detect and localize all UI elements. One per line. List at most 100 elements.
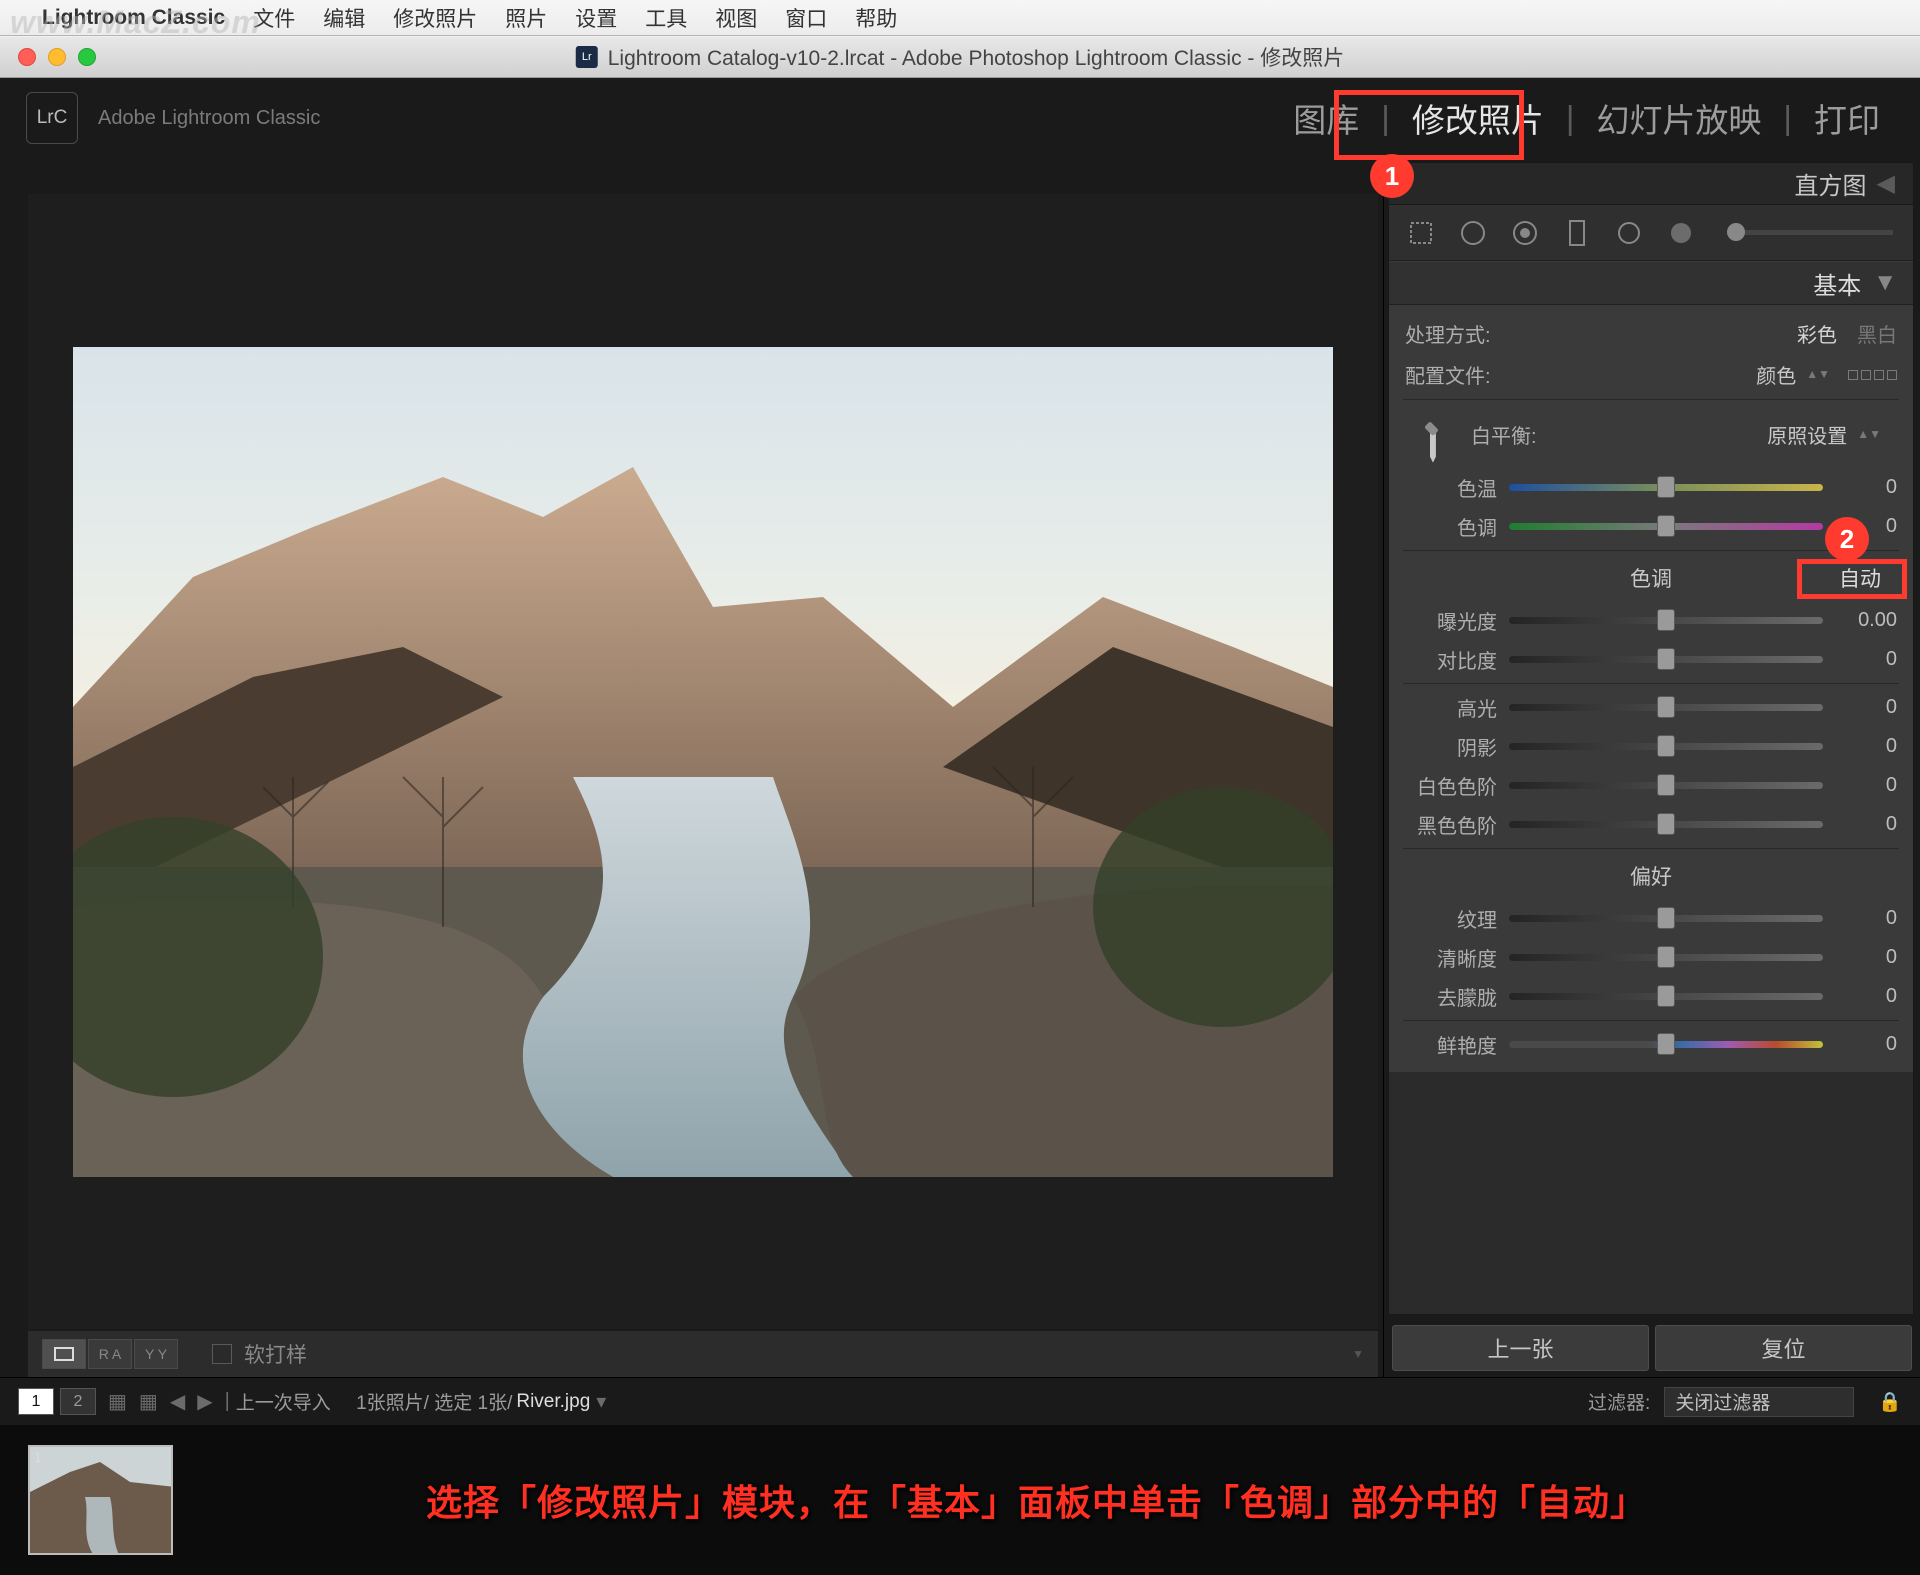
blacks-value[interactable]: 0 [1835, 813, 1897, 836]
nav-back-icon[interactable]: ◀ [170, 1389, 185, 1414]
histogram-panel-header[interactable]: 直方图 ◀ [1389, 163, 1913, 205]
profile-value: 颜色 [1756, 360, 1796, 389]
blacks-slider[interactable] [1509, 821, 1823, 828]
whites-slider[interactable] [1509, 782, 1823, 789]
window-title: Lr Lightroom Catalog-v10-2.lrcat - Adobe… [576, 42, 1345, 72]
toolbar-menu-icon[interactable]: ▼ [1352, 1347, 1364, 1361]
dehaze-value[interactable]: 0 [1835, 985, 1897, 1008]
grid-alt-icon[interactable]: ▦ [139, 1389, 158, 1414]
close-window-button[interactable] [18, 48, 36, 66]
redeye-tool-icon[interactable] [1503, 211, 1547, 255]
app-menu[interactable]: Lightroom Classic [42, 6, 225, 30]
filmstrip[interactable]: 1 选择「修改照片」模块，在「基本」面板中单击「色调」部分中的「自动」 [0, 1425, 1920, 1575]
vibrance-value[interactable]: 0 [1835, 1033, 1897, 1056]
module-print[interactable]: 打印 [1804, 88, 1890, 148]
crop-tool-icon[interactable] [1399, 211, 1443, 255]
display-2-button[interactable]: 2 [60, 1388, 96, 1415]
thumbnail-index: 1 [34, 1449, 42, 1465]
treatment-bw-button[interactable]: 黑白 [1857, 319, 1897, 348]
disclosure-triangle-icon[interactable]: ◀ [1877, 169, 1895, 198]
graduated-filter-tool-icon[interactable] [1555, 211, 1599, 255]
breadcrumb-source[interactable]: 上一次导入 [236, 1388, 331, 1415]
macos-menubar: Lightroom Classic 文件 编辑 修改照片 照片 设置 工具 视图… [0, 0, 1920, 36]
grid-icon[interactable]: ▦ [108, 1389, 127, 1414]
dehaze-slider[interactable] [1509, 993, 1823, 1000]
soft-proofing-toggle[interactable]: 软打样 [212, 1339, 307, 1369]
presence-section-label: 偏好 [1630, 861, 1672, 891]
exposure-value[interactable]: 0.00 [1835, 609, 1897, 632]
vibrance-slider[interactable] [1509, 1041, 1823, 1048]
breadcrumb-filename[interactable]: River.jpg [516, 1391, 590, 1413]
histogram-label: 直方图 [1795, 166, 1867, 201]
menu-edit[interactable]: 编辑 [323, 3, 365, 33]
module-separator: | [1566, 99, 1575, 137]
annotation-badge-1: 1 [1370, 154, 1414, 198]
adjustment-brush-tool-icon[interactable] [1659, 211, 1703, 255]
highlights-slider[interactable] [1509, 704, 1823, 711]
menu-photo[interactable]: 照片 [505, 3, 547, 33]
soft-proofing-label: 软打样 [244, 1339, 307, 1369]
filmstrip-thumbnail[interactable]: 1 [28, 1445, 173, 1555]
previous-photo-button[interactable]: 上一张 [1392, 1325, 1649, 1371]
highlights-value[interactable]: 0 [1835, 696, 1897, 719]
module-slideshow[interactable]: 幻灯片放映 [1586, 88, 1771, 148]
texture-slider[interactable] [1509, 915, 1823, 922]
workspace: . [0, 158, 1920, 1377]
exposure-slider[interactable] [1509, 617, 1823, 624]
white-balance-eyedropper-icon[interactable] [1395, 404, 1466, 475]
caret-updown-icon: ▲▼ [1857, 431, 1881, 438]
tint-slider[interactable] [1509, 523, 1823, 530]
preview-viewport[interactable] [28, 194, 1378, 1329]
whites-value[interactable]: 0 [1835, 774, 1897, 797]
contrast-label: 对比度 [1405, 645, 1497, 674]
basic-panel-header[interactable]: 基本 ▼ [1389, 261, 1913, 305]
display-1-button[interactable]: 1 [18, 1388, 54, 1415]
shadows-slider[interactable] [1509, 743, 1823, 750]
texture-value[interactable]: 0 [1835, 907, 1897, 930]
menu-tools[interactable]: 工具 [645, 3, 687, 33]
reset-button[interactable]: 复位 [1655, 1325, 1912, 1371]
nav-forward-icon[interactable]: ▶ [197, 1389, 212, 1414]
radial-filter-tool-icon[interactable] [1607, 211, 1651, 255]
menu-develop[interactable]: 修改照片 [393, 3, 477, 33]
temp-value[interactable]: 0 [1835, 476, 1897, 499]
tool-slider[interactable] [1727, 230, 1893, 235]
clarity-slider[interactable] [1509, 954, 1823, 961]
basic-panel-title: 基本 [1813, 266, 1861, 301]
annotation-badge-2: 2 [1825, 517, 1869, 561]
contrast-value[interactable]: 0 [1835, 648, 1897, 671]
wb-dropdown[interactable]: 原照设置 ▲▼ [1767, 420, 1881, 449]
menu-settings[interactable]: 设置 [575, 3, 617, 33]
menu-file[interactable]: 文件 [253, 3, 295, 33]
before-after-ra-button[interactable]: R A [88, 1339, 132, 1369]
profile-browser-icon[interactable] [1848, 370, 1897, 380]
dehaze-label: 去朦胧 [1405, 982, 1497, 1011]
treatment-color-button[interactable]: 彩色 [1797, 319, 1837, 348]
filter-lock-icon[interactable]: 🔒 [1878, 1390, 1902, 1414]
minimize-window-button[interactable] [48, 48, 66, 66]
loupe-toolbar: R A Y Y 软打样 ▼ [28, 1331, 1378, 1377]
clarity-value[interactable]: 0 [1835, 946, 1897, 969]
temp-slider[interactable] [1509, 484, 1823, 491]
chevron-down-icon[interactable]: ▾ [596, 1389, 606, 1414]
checkbox-icon[interactable] [212, 1344, 232, 1364]
identity-module-bar: LrC Adobe Lightroom Classic 图库 | 修改照片 | … [0, 78, 1920, 158]
contrast-slider[interactable] [1509, 656, 1823, 663]
spot-removal-tool-icon[interactable] [1451, 211, 1495, 255]
window-title-text: Lightroom Catalog-v10-2.lrcat - Adobe Ph… [608, 42, 1345, 72]
disclosure-triangle-icon[interactable]: ▼ [1873, 269, 1897, 297]
menu-view[interactable]: 视图 [715, 3, 757, 33]
annotation-highlight-2 [1797, 559, 1907, 599]
whites-label: 白色色阶 [1405, 771, 1497, 800]
loupe-view-button[interactable] [42, 1339, 86, 1369]
profile-dropdown[interactable]: 颜色 ▲▼ [1756, 360, 1830, 389]
before-after-yy-button[interactable]: Y Y [134, 1339, 178, 1369]
menu-help[interactable]: 帮助 [855, 3, 897, 33]
shadows-value[interactable]: 0 [1835, 735, 1897, 758]
profile-label: 配置文件: [1405, 360, 1756, 389]
traffic-lights [18, 48, 96, 66]
filter-dropdown[interactable]: 关闭过滤器 [1664, 1387, 1854, 1417]
right-panel: 直方图 ◀ [1383, 158, 1920, 1377]
zoom-window-button[interactable] [78, 48, 96, 66]
menu-window[interactable]: 窗口 [785, 3, 827, 33]
